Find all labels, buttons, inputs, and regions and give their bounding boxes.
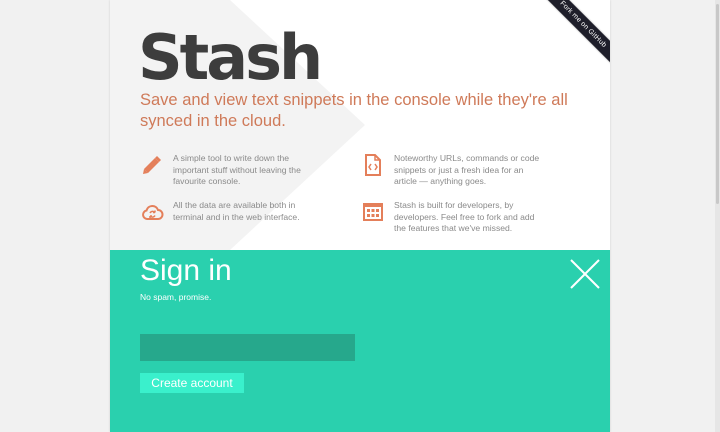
feature-text: A simple tool to write down the importan… bbox=[173, 153, 301, 186]
signin-title: Sign in bbox=[140, 254, 232, 287]
feature-text: Stash is built for developers, by develo… bbox=[394, 200, 535, 233]
scrollbar-thumb[interactable] bbox=[716, 4, 719, 204]
signin-panel: Sign in No spam, promise. Create account bbox=[110, 250, 610, 432]
signin-subtitle: No spam, promise. bbox=[140, 292, 212, 302]
code-file-icon bbox=[365, 154, 381, 176]
app-logo: Stash bbox=[138, 21, 323, 94]
github-ribbon[interactable]: Fork me on GitHub bbox=[540, 0, 610, 70]
pencil-icon bbox=[143, 156, 161, 174]
page-scrollbar[interactable] bbox=[715, 0, 720, 432]
feature-text: All the data are available both in termi… bbox=[173, 200, 300, 222]
tagline: Save and view text snippets in the conso… bbox=[140, 91, 568, 130]
cloud-sync-icon bbox=[142, 204, 164, 220]
calculator-icon bbox=[363, 203, 383, 221]
feature-text: Noteworthy URLs, commands or code snippe… bbox=[394, 153, 540, 186]
create-account-button[interactable]: Create account bbox=[140, 373, 244, 393]
fork-on-github-link[interactable]: Fork me on GitHub bbox=[540, 0, 610, 69]
close-icon[interactable] bbox=[569, 258, 601, 290]
page-container: Fork me on GitHub Stash Save and view te… bbox=[110, 0, 610, 432]
email-input[interactable] bbox=[140, 334, 355, 361]
